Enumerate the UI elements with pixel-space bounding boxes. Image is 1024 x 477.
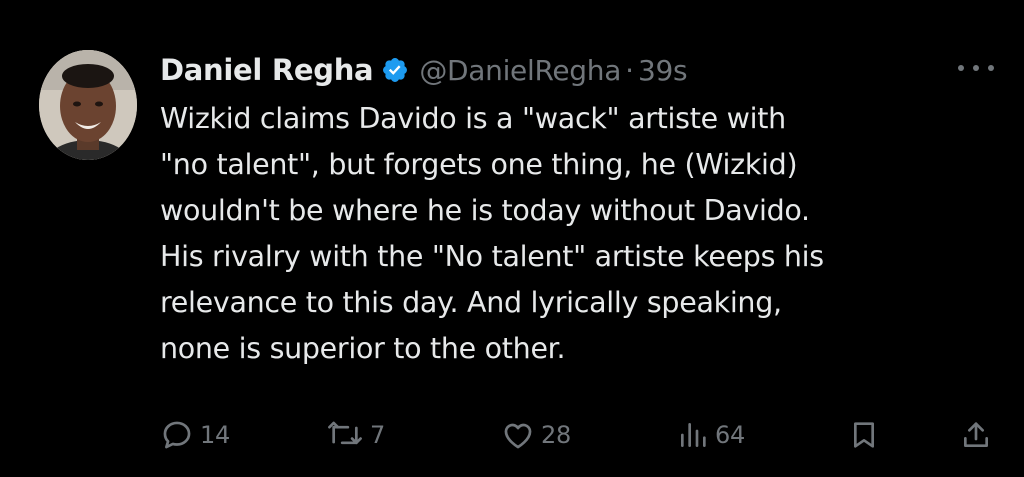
avatar[interactable] <box>39 50 137 160</box>
tweet-text-line: His rivalry with the "No talent" artiste… <box>160 240 824 273</box>
repost-icon <box>326 418 364 452</box>
bookmark-icon <box>848 418 880 452</box>
views-count: 64 <box>715 421 745 449</box>
heart-icon <box>501 418 535 452</box>
verified-badge-icon <box>381 56 409 84</box>
tweet-text-line: relevance to this day. And lyrically spe… <box>160 286 782 319</box>
author-name[interactable]: Daniel Regha <box>160 53 374 87</box>
repost-button[interactable]: 7 <box>326 418 385 452</box>
separator-dot: · <box>625 53 634 87</box>
tweet-text-line: wouldn't be where he is today without Da… <box>160 194 810 227</box>
like-button[interactable]: 28 <box>501 418 571 452</box>
timestamp[interactable]: 39s <box>638 54 688 87</box>
reply-icon <box>160 418 194 452</box>
share-icon <box>960 418 992 452</box>
share-button[interactable] <box>960 418 992 452</box>
tweet-header: Daniel Regha @DanielRegha · 39s <box>160 50 688 90</box>
like-count: 28 <box>541 421 571 449</box>
tweet: Daniel Regha @DanielRegha · 39s Wizkid c… <box>0 0 1024 477</box>
author-handle[interactable]: @DanielRegha <box>419 54 621 87</box>
repost-count: 7 <box>370 421 385 449</box>
tweet-text-line: none is superior to the other. <box>160 332 566 365</box>
views-icon <box>677 418 709 452</box>
more-dots-icon[interactable] <box>958 56 994 80</box>
tweet-text-line: "no talent", but forgets one thing, he (… <box>160 148 798 181</box>
action-bar: 14 7 28 64 <box>0 410 1024 456</box>
reply-button[interactable]: 14 <box>160 418 230 452</box>
bookmark-button[interactable] <box>848 418 880 452</box>
reply-count: 14 <box>200 421 230 449</box>
tweet-text-line: Wizkid claims Davido is a "wack" artiste… <box>160 102 786 135</box>
tweet-text: Wizkid claims Davido is a "wack" artiste… <box>160 96 990 372</box>
views-button[interactable]: 64 <box>677 418 745 452</box>
